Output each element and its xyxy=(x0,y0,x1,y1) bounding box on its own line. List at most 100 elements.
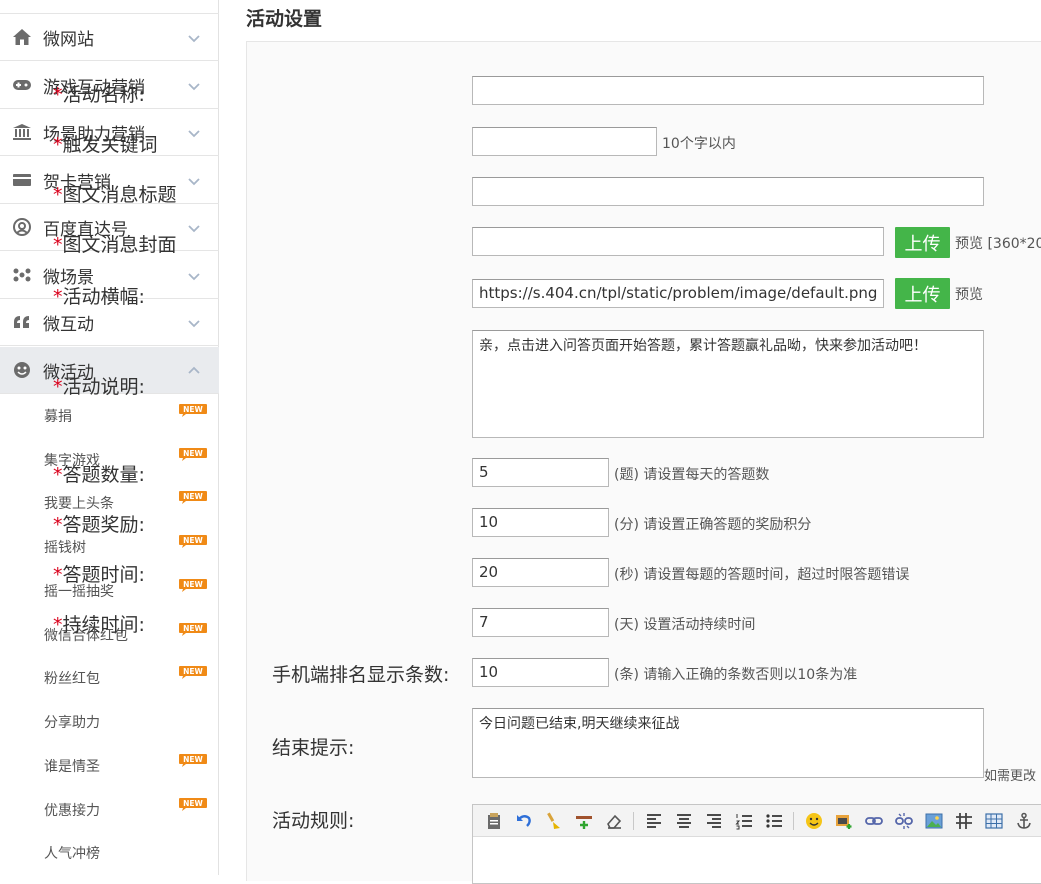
answer-time-hint: (秒) 请设置每题的答题时间，超过时限答题错误 xyxy=(614,567,910,583)
new-badge-icon: NEW xyxy=(179,579,207,592)
news-cover-upload-button[interactable]: 上传 xyxy=(895,227,950,258)
field-label-description: *活动说明: xyxy=(53,376,145,398)
field-label-banner: *活动横幅: xyxy=(53,286,145,308)
editor-toolbar xyxy=(473,805,1041,837)
field-label-keyword: *触发关键词 xyxy=(53,134,158,156)
description-textarea[interactable]: 亲，点击进入问答页面开始答题，累计答题赢礼品呦，快来参加活动吧！ xyxy=(472,330,984,438)
sub-item-label: 谁是情圣 xyxy=(44,759,100,775)
field-label-rank-count: 手机端排名显示条数: xyxy=(272,664,450,686)
sub-item-coupon-relay[interactable]: 优惠接力 NEW xyxy=(0,788,219,832)
new-badge-icon: NEW xyxy=(179,623,207,636)
sidebar-item-label: 微互动 xyxy=(43,314,94,335)
reward-input[interactable]: 10 xyxy=(472,508,609,537)
answer-time-input[interactable]: 20 xyxy=(472,558,609,587)
sub-item-label: 优惠接力 xyxy=(44,803,100,819)
sub-item-label: 人气冲榜 xyxy=(44,846,100,862)
news-cover-input[interactable] xyxy=(472,227,884,256)
new-badge-icon: NEW xyxy=(179,798,207,811)
paste-icon[interactable] xyxy=(483,810,505,832)
chevron-down-icon xyxy=(188,273,200,281)
page-title: 活动设置 xyxy=(246,8,323,30)
new-badge-icon: NEW xyxy=(179,535,207,548)
unordered-list-icon[interactable] xyxy=(763,810,785,832)
gamepad-icon xyxy=(11,74,33,96)
card-icon xyxy=(11,169,33,191)
format-brush-icon[interactable] xyxy=(543,810,565,832)
banner-preview-link[interactable]: 预览 xyxy=(955,284,983,304)
activity-icon xyxy=(11,359,33,381)
field-label-end-tip: 结束提示: xyxy=(272,737,355,759)
table-icon[interactable] xyxy=(983,810,1005,832)
svg-text:NEW: NEW xyxy=(183,755,203,764)
news-title-input[interactable] xyxy=(472,177,984,206)
rules-rich-editor[interactable] xyxy=(472,804,1041,884)
insert-image-icon[interactable] xyxy=(833,810,855,832)
chevron-down-icon xyxy=(188,130,200,138)
question-count-hint: (题) 请设置每天的答题数 xyxy=(614,467,770,483)
field-label-activity-name: *活动名称: xyxy=(53,84,145,106)
chevron-down-icon xyxy=(188,83,200,91)
duration-input[interactable]: 7 xyxy=(472,608,609,637)
duration-hint: (天) 设置活动持续时间 xyxy=(614,617,756,633)
sub-item-share-boost[interactable]: 分享助力 xyxy=(0,700,219,744)
ordered-list-icon[interactable] xyxy=(733,810,755,832)
image-icon[interactable] xyxy=(923,810,945,832)
insert-line-icon[interactable] xyxy=(573,810,595,832)
new-badge-icon: NEW xyxy=(179,404,207,417)
undo-icon[interactable] xyxy=(513,810,535,832)
anchor-icon[interactable] xyxy=(1013,810,1035,832)
sub-item-love-saint[interactable]: 谁是情圣 NEW xyxy=(0,744,219,788)
activity-name-input[interactable] xyxy=(472,76,984,105)
rank-count-input[interactable]: 10 xyxy=(472,658,609,687)
svg-text:NEW: NEW xyxy=(183,624,203,633)
home-icon xyxy=(11,26,33,48)
field-label-rules: 活动规则: xyxy=(272,810,355,832)
keyword-input[interactable] xyxy=(472,127,657,156)
chevron-down-icon xyxy=(188,35,200,43)
banner-url-input[interactable]: https://s.404.cn/tpl/static/problem/imag… xyxy=(472,279,884,308)
banner-upload-button[interactable]: 上传 xyxy=(895,278,950,309)
news-cover-preview-hint: 预览 [360*200] xyxy=(955,236,1041,252)
link-icon[interactable] xyxy=(863,810,885,832)
sub-item-label: 募捐 xyxy=(44,409,72,425)
chevron-down-icon xyxy=(188,225,200,233)
align-right-icon[interactable] xyxy=(703,810,725,832)
eraser-icon[interactable] xyxy=(603,810,625,832)
sidebar-item-label: 微网站 xyxy=(43,29,94,50)
sidebar-item-micro-site[interactable]: 微网站 xyxy=(0,14,219,61)
field-label-duration: *持续时间: xyxy=(53,614,145,636)
svg-text:NEW: NEW xyxy=(183,405,203,414)
new-badge-icon: NEW xyxy=(179,754,207,767)
svg-text:NEW: NEW xyxy=(183,492,203,501)
field-label-news-title: *图文消息标题 xyxy=(53,184,177,206)
toolbar-separator xyxy=(793,812,794,830)
interact-icon xyxy=(11,311,33,333)
emoji-icon[interactable] xyxy=(803,810,825,832)
table-grid-icon[interactable] xyxy=(953,810,975,832)
end-tip-hint: 如需更改 xyxy=(984,769,1037,784)
sub-item-donation[interactable]: 募捐 NEW xyxy=(0,394,219,438)
sub-item-popularity-rank[interactable]: 人气冲榜 xyxy=(0,831,219,875)
field-label-answer-time: *答题时间: xyxy=(53,564,145,586)
sub-item-label: 摇钱树 xyxy=(44,540,86,556)
sub-item-fan-redpack[interactable]: 粉丝红包 NEW xyxy=(0,656,219,700)
question-count-input[interactable]: 5 xyxy=(472,458,609,487)
svg-text:NEW: NEW xyxy=(183,536,203,545)
unlink-icon[interactable] xyxy=(893,810,915,832)
scene-icon xyxy=(11,264,33,286)
new-badge-icon: NEW xyxy=(179,491,207,504)
keyword-hint: 10个字以内 xyxy=(662,136,736,152)
align-left-icon[interactable] xyxy=(643,810,665,832)
bank-icon xyxy=(11,121,33,143)
field-label-question-count: *答题数量: xyxy=(53,464,145,486)
end-tip-textarea[interactable]: 今日问题已结束,明天继续来征战 xyxy=(472,708,984,778)
svg-text:NEW: NEW xyxy=(183,449,203,458)
new-badge-icon: NEW xyxy=(179,666,207,679)
svg-text:NEW: NEW xyxy=(183,799,203,808)
svg-text:NEW: NEW xyxy=(183,667,203,676)
align-center-icon[interactable] xyxy=(673,810,695,832)
baidu-icon xyxy=(11,216,33,238)
rank-count-hint: (条) 请输入正确的条数否则以10条为准 xyxy=(614,667,858,683)
field-label-reward: *答题奖励: xyxy=(53,514,145,536)
sub-item-label: 分享助力 xyxy=(44,715,100,731)
